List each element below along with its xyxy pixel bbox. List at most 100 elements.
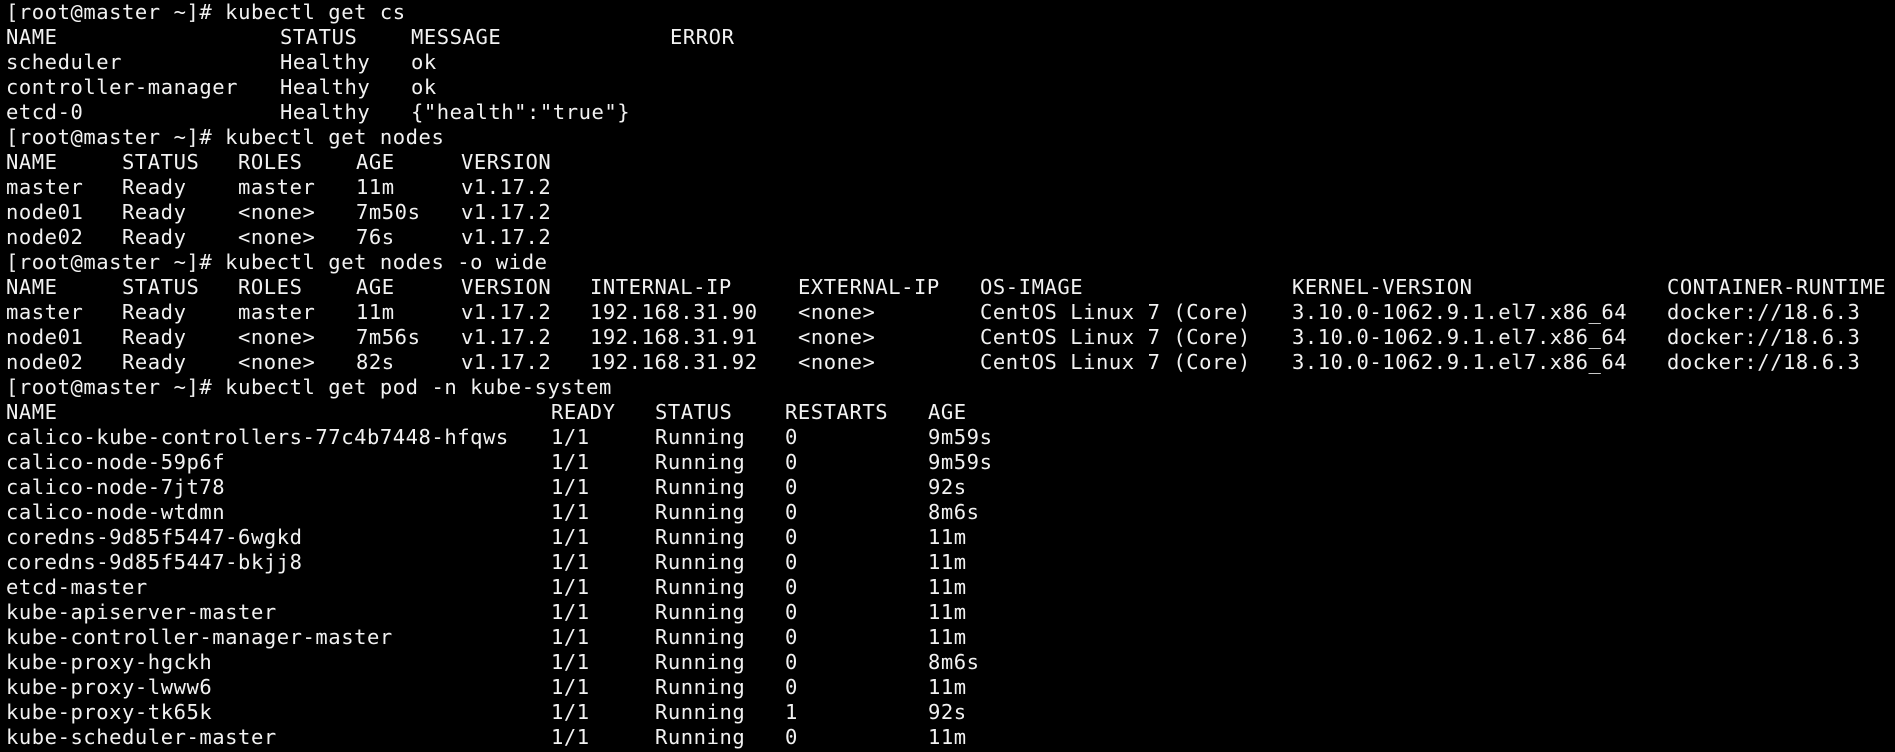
table-row: kube-proxy-hgckh 1/1 Running 0 8m6s: [6, 650, 1895, 675]
pod-name: coredns-9d85f5447-6wgkd: [6, 525, 303, 549]
column-header: VERSION: [461, 275, 552, 299]
table-row: controller-manager Healthy ok: [6, 75, 1895, 100]
column-header: KERNEL-VERSION: [1292, 275, 1473, 299]
pod-name: kube-apiserver-master: [6, 600, 277, 624]
node-version: v1.17.2: [461, 175, 552, 199]
pod-restarts: 0: [785, 550, 798, 574]
pod-restarts: 0: [785, 525, 798, 549]
command-line: [root@master ~]# kubectl get nodes -o wi…: [6, 250, 1895, 275]
table-row: node01 Ready <none> 7m50s v1.17.2: [6, 200, 1895, 225]
pod-age: 9m59s: [928, 450, 993, 474]
pod-ready: 1/1: [551, 625, 590, 649]
pod-ready: 1/1: [551, 700, 590, 724]
pod-ready: 1/1: [551, 725, 590, 749]
pod-age: 11m: [928, 675, 967, 699]
node-internal-ip: 192.168.31.90: [590, 300, 758, 324]
command-line: [root@master ~]# kubectl get nodes: [6, 125, 1895, 150]
pod-restarts: 0: [785, 450, 798, 474]
pod-age: 11m: [928, 525, 967, 549]
node-container-runtime: docker://18.6.3: [1667, 300, 1861, 324]
node-kernel-version: 3.10.0-1062.9.1.el7.x86_64: [1292, 350, 1628, 374]
column-header: EXTERNAL-IP: [798, 275, 940, 299]
node-roles: <none>: [238, 325, 316, 349]
pod-status: Running: [655, 675, 746, 699]
terminal-window[interactable]: [root@master ~]# kubectl get cs NAME STA…: [0, 0, 1895, 752]
pod-status: Running: [655, 625, 746, 649]
table-row: etcd-master 1/1 Running 0 11m: [6, 575, 1895, 600]
node-age: 82s: [356, 350, 395, 374]
pod-restarts: 0: [785, 475, 798, 499]
node-age: 7m50s: [356, 200, 421, 224]
node-version: v1.17.2: [461, 300, 552, 324]
column-header: MESSAGE: [411, 25, 502, 49]
pod-age: 8m6s: [928, 500, 980, 524]
node-os-image: CentOS Linux 7 (Core): [980, 300, 1251, 324]
table-row: kube-scheduler-master 1/1 Running 0 11m: [6, 725, 1895, 750]
node-name: master: [6, 175, 84, 199]
pod-restarts: 0: [785, 625, 798, 649]
pod-ready: 1/1: [551, 450, 590, 474]
pod-restarts: 0: [785, 425, 798, 449]
table-row: kube-controller-manager-master 1/1 Running…: [6, 625, 1895, 650]
table-row: master Ready master 11m v1.17.2 192.168.…: [6, 300, 1895, 325]
node-name: node01: [6, 325, 84, 349]
node-external-ip: <none>: [798, 350, 876, 374]
pod-ready: 1/1: [551, 650, 590, 674]
pod-age: 11m: [928, 575, 967, 599]
column-header: INTERNAL-IP: [590, 275, 732, 299]
column-header: NAME: [6, 275, 58, 299]
node-name: node01: [6, 200, 84, 224]
node-age: 11m: [356, 300, 395, 324]
table-row: coredns-9d85f5447-6wgkd 1/1 Running 0 11m: [6, 525, 1895, 550]
column-header: AGE: [928, 400, 967, 424]
pod-name: etcd-master: [6, 575, 148, 599]
node-roles: <none>: [238, 225, 316, 249]
pod-name: calico-node-7jt78: [6, 475, 226, 499]
node-roles: <none>: [238, 350, 316, 374]
column-header: OS-IMAGE: [980, 275, 1084, 299]
column-header: ROLES: [238, 275, 303, 299]
pod-status: Running: [655, 575, 746, 599]
table-row: node02 Ready <none> 82s v1.17.2 192.168.…: [6, 350, 1895, 375]
table-row: calico-node-59p6f 1/1 Running 0 9m59s: [6, 450, 1895, 475]
node-kernel-version: 3.10.0-1062.9.1.el7.x86_64: [1292, 300, 1628, 324]
pod-ready: 1/1: [551, 475, 590, 499]
pod-age: 92s: [928, 700, 967, 724]
node-container-runtime: docker://18.6.3: [1667, 350, 1861, 374]
table-row: master Ready master 11m v1.17.2: [6, 175, 1895, 200]
pod-age: 11m: [928, 550, 967, 574]
table-header: NAME READY STATUS RESTARTS AGE: [6, 400, 1895, 425]
table-row: coredns-9d85f5447-bkjj8 1/1 Running 0 11m: [6, 550, 1895, 575]
pod-ready: 1/1: [551, 500, 590, 524]
pod-name: kube-proxy-tk65k: [6, 700, 213, 724]
pod-name: kube-proxy-hgckh: [6, 650, 213, 674]
column-header: READY: [551, 400, 616, 424]
pod-status: Running: [655, 525, 746, 549]
node-name: node02: [6, 225, 84, 249]
pod-restarts: 0: [785, 675, 798, 699]
column-header: STATUS: [122, 150, 200, 174]
shell-prompt: [root@master ~]#: [6, 0, 226, 24]
column-header: NAME: [6, 25, 58, 49]
pod-restarts: 0: [785, 600, 798, 624]
pod-ready: 1/1: [551, 675, 590, 699]
node-version: v1.17.2: [461, 225, 552, 249]
node-name: master: [6, 300, 84, 324]
table-row: etcd-0 Healthy {"health":"true"}: [6, 100, 1895, 125]
table-row: node01 Ready <none> 7m56s v1.17.2 192.16…: [6, 325, 1895, 350]
node-internal-ip: 192.168.31.91: [590, 325, 758, 349]
pod-status: Running: [655, 550, 746, 574]
node-roles: master: [238, 300, 316, 324]
pod-status: Running: [655, 700, 746, 724]
pod-restarts: 0: [785, 500, 798, 524]
pod-ready: 1/1: [551, 425, 590, 449]
pod-ready: 1/1: [551, 550, 590, 574]
component-status: Healthy: [280, 100, 371, 124]
node-status: Ready: [122, 300, 187, 324]
table-row: scheduler Healthy ok: [6, 50, 1895, 75]
column-header: ERROR: [670, 25, 735, 49]
pod-name: kube-scheduler-master: [6, 725, 277, 749]
column-header: STATUS: [280, 25, 358, 49]
command-text: kubectl get nodes: [225, 125, 445, 149]
pod-age: 92s: [928, 475, 967, 499]
